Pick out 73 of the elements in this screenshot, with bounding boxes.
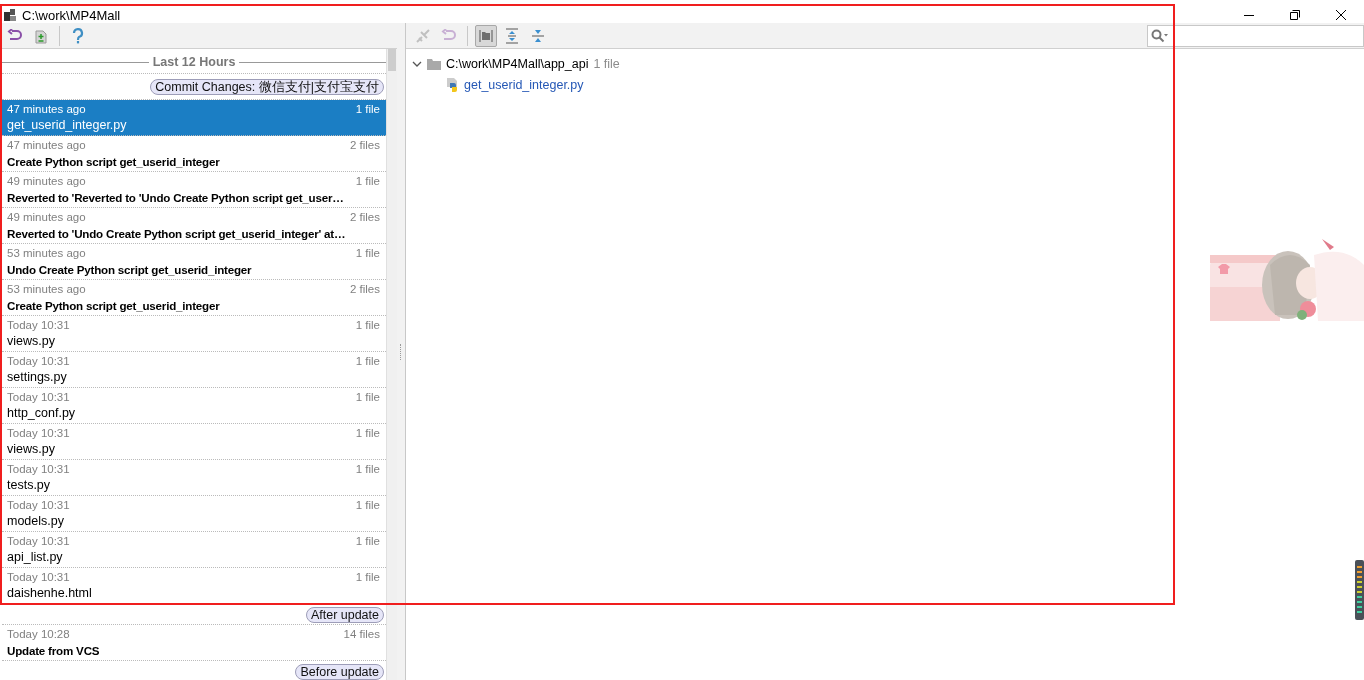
entry-file-count: 14 files <box>343 626 380 642</box>
level-meter-icon <box>1355 560 1364 620</box>
collapse-all-icon <box>531 27 545 44</box>
search-icon <box>1151 28 1169 43</box>
entry-title: http_conf.py <box>7 404 77 422</box>
entry-file-count: 1 file <box>355 497 380 513</box>
entry-file-count: 1 file <box>355 317 380 333</box>
entry-file-count: 1 file <box>355 353 380 369</box>
revert-icon <box>415 27 431 44</box>
entry-file-count: 2 files <box>349 137 380 153</box>
undo-icon <box>441 28 457 43</box>
file-item[interactable]: get_userid_integer.py <box>412 74 1364 95</box>
file-count: 1 file <box>593 56 620 71</box>
app-icon <box>4 9 16 21</box>
label-tag: After update <box>305 607 384 623</box>
entry-time: 47 minutes ago <box>7 137 86 153</box>
entry-title: Reverted to 'Undo Create Python script get_userid_integer' at… <box>7 225 347 242</box>
entry-title: Reverted to 'Reverted to 'Undo Create Python script get_user… <box>7 189 345 206</box>
entry-time: 47 minutes ago <box>7 101 86 117</box>
history-entry[interactable]: 47 minutes ago 1 file get_userid_integer.py <box>2 100 386 136</box>
entry-time: 53 minutes ago <box>7 281 86 297</box>
folder-icon <box>427 57 441 70</box>
entry-file-count: 1 file <box>355 569 380 585</box>
minimize-icon <box>1244 14 1254 16</box>
entry-file-count: 1 file <box>355 389 380 405</box>
entry-file-count: 1 file <box>355 461 380 477</box>
entry-time: 49 minutes ago <box>7 209 86 225</box>
entry-file-count: 2 files <box>349 281 380 297</box>
entry-title: get_userid_integer.py <box>7 116 128 134</box>
entry-time: Today 10:31 <box>7 353 70 369</box>
patch-icon <box>35 27 47 44</box>
entry-title: Undo Create Python script get_userid_integer <box>7 261 253 278</box>
entry-title: views.py <box>7 332 56 350</box>
entry-file-count: 2 files <box>349 209 380 225</box>
entry-file-count: 1 file <box>355 533 380 549</box>
entry-file-count: 1 file <box>355 173 380 189</box>
entry-title: daishenhe.html <box>7 584 93 602</box>
entry-time: Today 10:31 <box>7 425 70 441</box>
help-icon <box>72 27 84 44</box>
search-field[interactable] <box>1147 24 1364 47</box>
entry-time: Today 10:31 <box>7 533 70 549</box>
entry-title: models.py <box>7 512 65 530</box>
scrollbar[interactable] <box>386 49 397 680</box>
entry-file-count: 1 file <box>355 425 380 441</box>
entry-title: Create Python script get_userid_integer <box>7 297 221 314</box>
window-title: C:\work\MP4Mall <box>22 7 121 23</box>
python-file-icon <box>446 77 459 92</box>
entry-time: Today 10:31 <box>7 317 70 333</box>
entry-title: tests.py <box>7 476 52 494</box>
entry-time: Today 10:31 <box>7 389 70 405</box>
folder-group-icon <box>479 28 493 43</box>
folder-path: C:\work\MP4Mall\app_api <box>446 56 589 71</box>
entry-time: Today 10:28 <box>7 626 70 642</box>
entry-title: api_list.py <box>7 548 64 566</box>
entry-title: Create Python script get_userid_integer <box>7 153 221 170</box>
entry-file-count: 1 file <box>355 101 380 117</box>
entry-title: settings.py <box>7 368 68 386</box>
period-heading: Last 12 Hours <box>152 55 236 69</box>
entry-time: Today 10:31 <box>7 569 70 585</box>
entry-time: Today 10:31 <box>7 497 70 513</box>
entry-title: views.py <box>7 440 56 458</box>
group-button[interactable] <box>475 24 497 47</box>
entry-file-count: 1 file <box>355 245 380 261</box>
label-tag: Before update <box>295 664 384 680</box>
undo-icon <box>7 28 23 43</box>
label-tag: Commit Changes: 微信支付|支付宝支付 <box>150 79 384 95</box>
entry-time: 53 minutes ago <box>7 245 86 261</box>
close-icon <box>1336 10 1346 20</box>
restore-icon <box>1290 10 1300 20</box>
expand-all-icon <box>505 27 519 44</box>
entry-time: 49 minutes ago <box>7 173 86 189</box>
entry-time: Today 10:31 <box>7 461 70 477</box>
entry-title: Update from VCS <box>7 642 101 659</box>
